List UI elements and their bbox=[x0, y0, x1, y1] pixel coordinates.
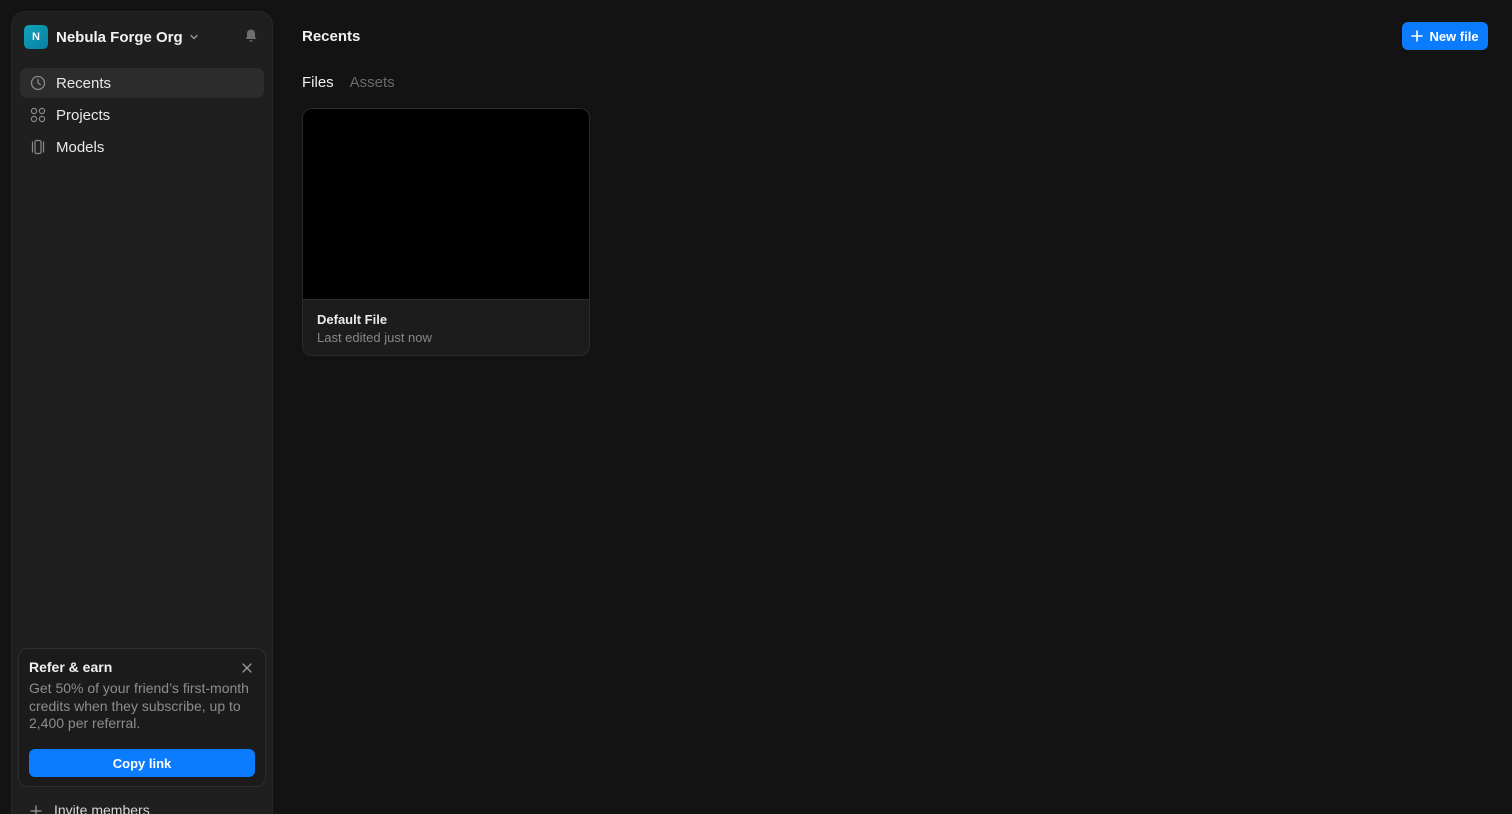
sidebar-item-recents[interactable]: Recents bbox=[20, 68, 264, 98]
copy-link-button[interactable]: Copy link bbox=[29, 749, 255, 777]
tab-files[interactable]: Files bbox=[302, 74, 334, 91]
sidebar-nav: Recents Projects Models bbox=[20, 68, 264, 164]
app-root: N Nebula Forge Org Recents Projects Mode… bbox=[0, 0, 1512, 814]
tab-assets[interactable]: Assets bbox=[350, 74, 395, 91]
org-avatar: N bbox=[24, 25, 48, 49]
sidebar-item-label: Projects bbox=[56, 106, 111, 124]
clock-icon bbox=[30, 75, 46, 91]
invite-members-label: Invite members bbox=[54, 802, 150, 814]
grid-icon bbox=[30, 107, 46, 123]
page-title: Recents bbox=[302, 28, 361, 45]
sidebar-item-projects[interactable]: Projects bbox=[20, 100, 264, 130]
referral-promo-card: Refer & earn Get 50% of your friend’s fi… bbox=[18, 648, 266, 787]
file-name: Default File bbox=[317, 312, 388, 327]
plus-icon bbox=[1411, 30, 1424, 42]
file-card[interactable]: Default File Last edited just now bbox=[302, 108, 590, 356]
org-switcher[interactable]: N Nebula Forge Org bbox=[24, 24, 262, 50]
invite-members-button[interactable]: Invite members bbox=[30, 802, 150, 814]
sidebar: N Nebula Forge Org Recents Projects Mode… bbox=[11, 11, 273, 814]
sidebar-item-models[interactable]: Models bbox=[20, 132, 264, 162]
sidebar-item-label: Recents bbox=[56, 74, 112, 92]
promo-description: Get 50% of your friend’s first-month cre… bbox=[29, 680, 249, 731]
content-tabs: Files Assets bbox=[302, 74, 411, 91]
file-last-edited: Last edited just now bbox=[317, 330, 432, 345]
new-file-button[interactable]: New file bbox=[1402, 22, 1488, 50]
chevron-down-icon bbox=[189, 32, 199, 42]
file-thumbnail bbox=[303, 109, 589, 300]
close-icon[interactable] bbox=[241, 661, 253, 673]
bell-icon[interactable] bbox=[242, 27, 260, 45]
new-file-label: New file bbox=[1429, 28, 1479, 44]
org-name: Nebula Forge Org bbox=[56, 28, 183, 46]
sidebar-item-label: Models bbox=[56, 138, 105, 156]
models-icon bbox=[30, 139, 46, 155]
plus-icon bbox=[30, 804, 42, 814]
promo-title: Refer & earn bbox=[29, 659, 113, 675]
